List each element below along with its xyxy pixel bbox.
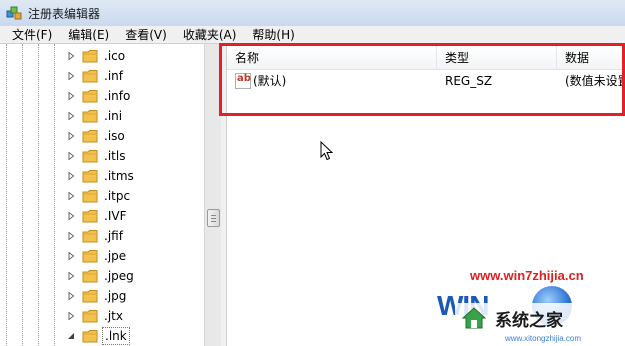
- watermark-domain: www.xitongzhijia.com: [505, 334, 582, 343]
- expand-arrow-icon[interactable]: [66, 211, 76, 221]
- tree-item[interactable]: .ini: [66, 106, 206, 126]
- folder-icon: [82, 230, 98, 243]
- tree-item-label: .itls: [104, 149, 126, 163]
- highlight-box: [219, 43, 625, 116]
- tree-guide-line: [6, 44, 7, 346]
- tree-item-label: .jpg: [104, 289, 127, 303]
- title-bar: 注册表编辑器: [0, 0, 625, 26]
- tree-item[interactable]: .inf: [66, 66, 206, 86]
- folder-icon: [82, 290, 98, 303]
- watermark-badge: 系统之家: [455, 303, 625, 333]
- tree-item[interactable]: .iso: [66, 126, 206, 146]
- tree-item-label: .ico: [104, 49, 126, 63]
- scroll-grip: [211, 218, 216, 219]
- tree-item[interactable]: .jtx: [66, 306, 206, 326]
- tree-item-label: .jtx: [104, 309, 123, 323]
- expand-arrow-icon[interactable]: [66, 71, 76, 81]
- menu-view[interactable]: 查看(V): [117, 26, 175, 44]
- tree-item[interactable]: .jpeg: [66, 266, 206, 286]
- tree-item[interactable]: .info: [66, 86, 206, 106]
- folder-icon: [82, 250, 98, 263]
- expand-arrow-icon[interactable]: [66, 231, 76, 241]
- watermark-url: www.win7zhijia.cn: [470, 268, 584, 283]
- tree-item-label: .info: [104, 89, 131, 103]
- expand-arrow-icon[interactable]: [66, 171, 76, 181]
- tree-item-label: .lnk: [102, 327, 130, 345]
- registry-tree[interactable]: .ico .inf .info .ini .iso .itls .itms .itpc .IVF…: [0, 44, 222, 346]
- folder-icon: [82, 190, 98, 203]
- tree-item-label: .ini: [104, 109, 123, 123]
- tree-item-label: .jpeg: [104, 269, 134, 283]
- expand-arrow-icon[interactable]: [66, 191, 76, 201]
- tree-item-label: .IVF: [104, 209, 127, 223]
- folder-icon: [82, 210, 98, 223]
- tree-item-label: .jpe: [104, 249, 127, 263]
- tree-item-label: .jfif: [104, 229, 123, 243]
- folder-icon: [82, 50, 98, 63]
- tree-item[interactable]: .itpc: [66, 186, 206, 206]
- regedit-icon: [6, 6, 22, 20]
- menu-file[interactable]: 文件(F): [4, 26, 60, 44]
- scroll-grip: [211, 221, 216, 222]
- menu-edit[interactable]: 编辑(E): [60, 26, 117, 44]
- expand-arrow-icon[interactable]: [66, 91, 76, 101]
- tree-item[interactable]: .jfif: [66, 226, 206, 246]
- folder-icon: [82, 90, 98, 103]
- tree-item[interactable]: .itms: [66, 166, 206, 186]
- expand-arrow-icon[interactable]: [66, 111, 76, 121]
- folder-icon: [82, 150, 98, 163]
- house-icon: [461, 307, 487, 329]
- folder-icon: [82, 70, 98, 83]
- tree-item-label: .itpc: [104, 189, 131, 203]
- tree-item[interactable]: .jpg: [66, 286, 206, 306]
- folder-icon: [82, 310, 98, 323]
- watermark-brand: 系统之家: [495, 310, 563, 331]
- folder-icon: [82, 170, 98, 183]
- tree-scrollbar-thumb[interactable]: [207, 209, 220, 227]
- expand-arrow-icon[interactable]: [66, 151, 76, 161]
- folder-icon: [82, 270, 98, 283]
- expand-arrow-icon[interactable]: [66, 271, 76, 281]
- expand-arrow-icon[interactable]: [66, 291, 76, 301]
- tree-item[interactable]: .ico: [66, 46, 206, 66]
- tree-item[interactable]: .jpe: [66, 246, 206, 266]
- tree-guide-line: [54, 44, 55, 346]
- tree-item-label: .itms: [104, 169, 134, 183]
- folder-icon: [82, 330, 98, 343]
- tree-guide-line: [22, 44, 23, 346]
- tree-item-label: .iso: [104, 129, 125, 143]
- tree-guide-line: [38, 44, 39, 346]
- expand-arrow-icon[interactable]: [66, 251, 76, 261]
- tree-item[interactable]: .IVF: [66, 206, 206, 226]
- window-title: 注册表编辑器: [28, 6, 101, 21]
- expand-arrow-icon[interactable]: [66, 131, 76, 141]
- menu-help[interactable]: 帮助(H): [244, 26, 302, 44]
- tree-item-label: .inf: [104, 69, 123, 83]
- scroll-grip: [211, 215, 216, 216]
- folder-icon: [82, 110, 98, 123]
- folder-icon: [82, 130, 98, 143]
- menu-favorites[interactable]: 收藏夹(A): [175, 26, 245, 44]
- mouse-pointer-icon: [320, 141, 334, 161]
- tree-item[interactable]: .itls: [66, 146, 206, 166]
- tree-item[interactable]: .lnk: [66, 326, 206, 346]
- menu-bar: 文件(F) 编辑(E) 查看(V) 收藏夹(A) 帮助(H): [0, 26, 625, 44]
- expand-arrow-icon[interactable]: [66, 331, 76, 341]
- expand-arrow-icon[interactable]: [66, 51, 76, 61]
- expand-arrow-icon[interactable]: [66, 311, 76, 321]
